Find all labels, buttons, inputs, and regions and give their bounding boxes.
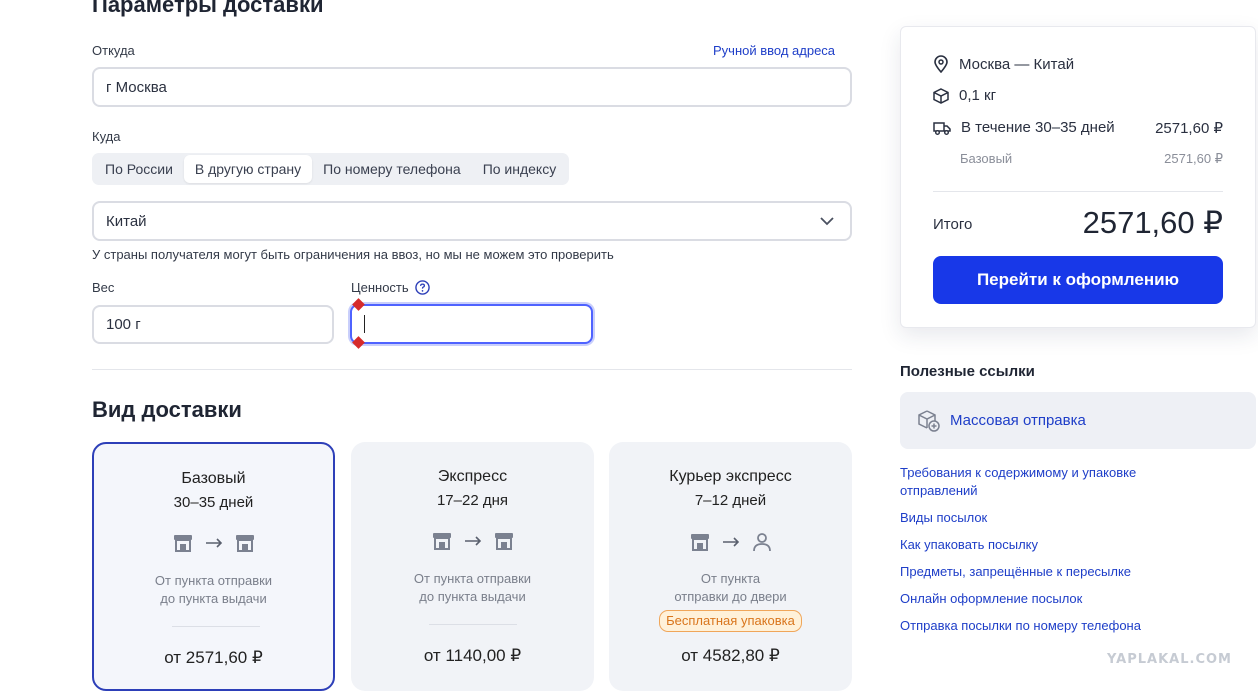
link-send-by-phone[interactable]: Отправка посылки по номеру телефона [900, 617, 1200, 635]
person-icon [752, 533, 771, 552]
checkout-button[interactable]: Перейти к оформлению [933, 256, 1223, 304]
link-how-to-pack[interactable]: Как упаковать посылку [900, 536, 1200, 554]
summary-term-price: 2571,60 ₽ [1155, 120, 1223, 137]
arrow-right-icon [464, 536, 481, 546]
value-label: Ценность [351, 280, 409, 295]
help-icon[interactable] [414, 280, 430, 295]
summary-weight-row: 0,1 кг [933, 87, 996, 104]
summary-tariff-price: 2571,60 ₽ [1164, 151, 1223, 166]
manual-address-link[interactable]: Ручной ввод адреса [713, 43, 835, 58]
tab-other-country[interactable]: В другую страну [183, 155, 313, 183]
card-name: Экспресс [437, 468, 508, 485]
package-icon [933, 87, 949, 104]
from-input[interactable]: г Москва [92, 67, 852, 107]
summary-total-value: 2571,60 ₽ [1082, 205, 1223, 240]
useful-links-list: Требования к содержимому и упаковке отпр… [900, 464, 1200, 644]
chevron-down-icon [820, 216, 834, 225]
summary-weight: 0,1 кг [959, 87, 997, 104]
summary-term: В течение 30–35 дней [961, 119, 1115, 136]
card-route-icons [351, 532, 594, 550]
to-label: Куда [92, 129, 121, 144]
pickup-point-icon [432, 533, 451, 550]
summary-route-row: Москва — Китай [933, 55, 1074, 73]
from-label: Откуда [92, 43, 135, 58]
card-route-icons [94, 534, 333, 552]
text-caret [364, 315, 365, 333]
tab-russia[interactable]: По России [94, 155, 184, 183]
page-title: Параметры доставки [92, 0, 324, 17]
country-select[interactable]: Китай [92, 201, 852, 241]
card-price: от 4582,80 ₽ [681, 646, 780, 665]
card-days: 17–22 дня [436, 492, 509, 509]
card-name: Курьер экспресс [669, 468, 792, 485]
value-input[interactable] [350, 304, 593, 344]
arrow-right-icon [205, 538, 222, 548]
card-divider [429, 624, 517, 625]
card-days: 30–35 дней [173, 494, 254, 511]
card-price: от 2571,60 ₽ [164, 648, 263, 667]
weight-label: Вес [92, 280, 115, 295]
delivery-card-express[interactable]: Экспресс 17–22 дня От пункта отправки до… [351, 442, 594, 691]
summary-term-row: В течение 30–35 дней [933, 119, 1115, 136]
card-description: От пункта отправки до пункта выдачи [413, 571, 532, 604]
delivery-truck-icon [933, 121, 951, 135]
card-days: 7–12 дней [694, 492, 767, 509]
link-parcel-types[interactable]: Виды посылок [900, 509, 1200, 527]
card-price: от 1140,00 ₽ [423, 646, 522, 665]
location-pin-icon [934, 55, 948, 73]
tab-index[interactable]: По индексу [472, 155, 568, 183]
card-divider [172, 626, 260, 627]
card-description: От пункта отправки до пункта выдачи [154, 573, 273, 606]
summary-divider [933, 191, 1223, 192]
delivery-card-courier-express[interactable]: Курьер экспресс 7–12 дней От пункта отпр… [609, 442, 852, 691]
delivery-card-basic[interactable]: Базовый 30–35 дней От пункта отправки до… [92, 442, 335, 691]
link-online-registration[interactable]: Онлайн оформление посылок [900, 590, 1200, 608]
useful-links-title: Полезные ссылки [900, 363, 1035, 380]
mass-shipment-icon [918, 409, 940, 432]
link-prohibited-items[interactable]: Предметы, запрещённые к пересылке [900, 563, 1200, 581]
free-packaging-badge: Бесплатная упаковка [659, 610, 802, 632]
summary-tariff: Базовый [960, 151, 1013, 166]
tab-phone-number[interactable]: По номеру телефона [312, 155, 472, 183]
card-route-icons [609, 532, 852, 552]
value-label-group: Ценность [351, 280, 430, 295]
watermark: YAPLAKAL.COM [1107, 652, 1232, 667]
delivery-type-title: Вид доставки [92, 397, 242, 422]
summary-total-label: Итого [933, 216, 973, 233]
arrow-right-icon [722, 537, 739, 547]
pickup-point-icon [173, 535, 192, 552]
pickup-point-icon [235, 535, 254, 552]
mass-send-label: Массовая отправка [950, 412, 1086, 429]
section-divider [92, 369, 852, 370]
country-hint: У страны получателя могут быть ограничен… [92, 247, 614, 262]
destination-tabs: По России В другую страну По номеру теле… [92, 153, 570, 185]
weight-input[interactable]: 100 г [92, 305, 334, 344]
weight-input-value: 100 г [106, 316, 141, 333]
order-summary: Москва — Китай 0,1 кг В течение 30–35 дн… [900, 26, 1256, 328]
card-name: Базовый [181, 470, 246, 487]
from-input-value: г Москва [106, 78, 167, 96]
pickup-point-icon [494, 533, 513, 550]
pickup-point-icon [690, 534, 709, 551]
country-select-value: Китай [106, 212, 147, 230]
mass-send-button[interactable]: Массовая отправка [900, 392, 1256, 449]
card-description: От пункта отправки до двери Бесплатная у… [629, 570, 832, 632]
summary-route: Москва — Китай [959, 55, 1075, 73]
link-content-requirements[interactable]: Требования к содержимому и упаковке отпр… [900, 464, 1200, 500]
